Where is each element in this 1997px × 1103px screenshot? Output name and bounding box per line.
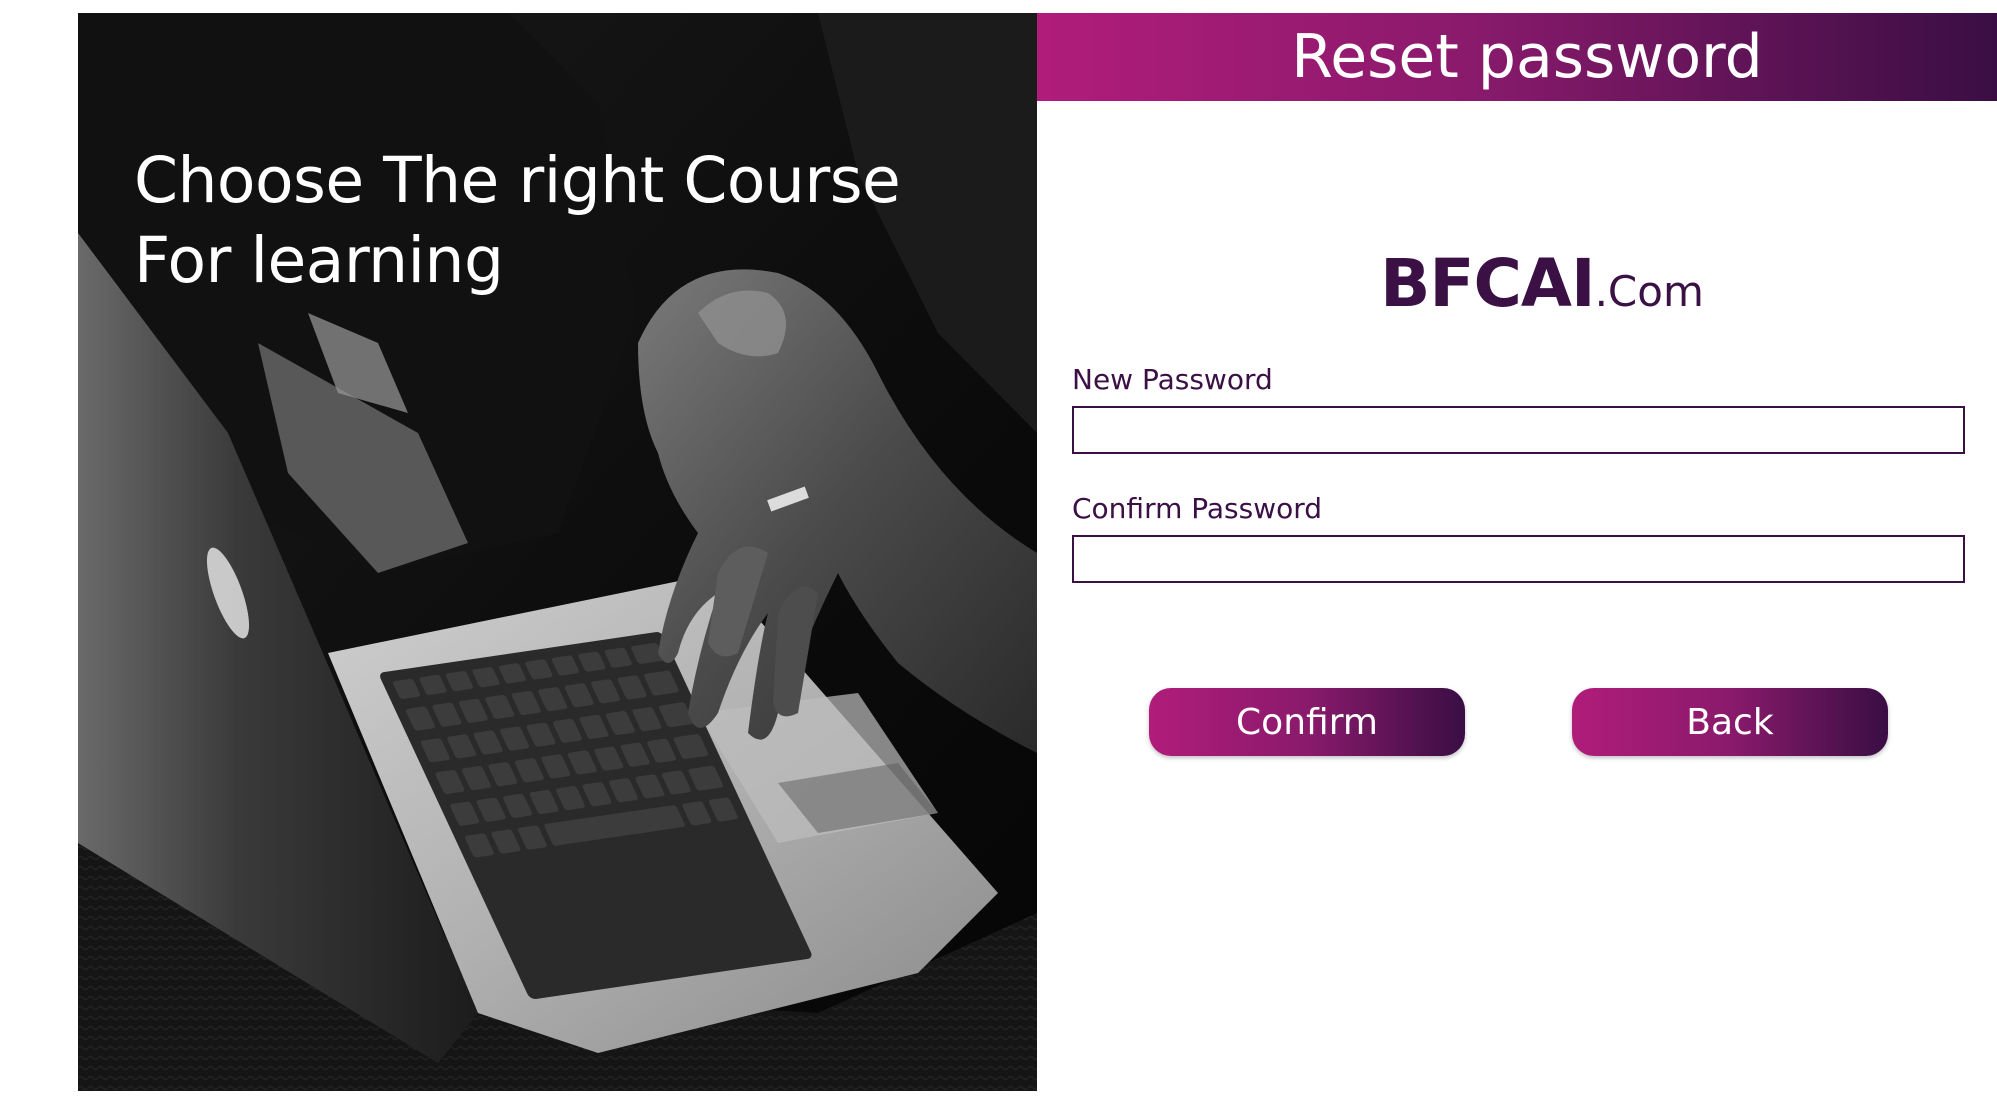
back-button[interactable]: Back	[1572, 688, 1888, 756]
hero-heading-line-1: Choose The right Course	[134, 144, 901, 217]
header-bar: Reset password	[1037, 13, 1997, 101]
reset-password-page: Choose The right Course For learning Res…	[0, 0, 1997, 1103]
new-password-field[interactable]	[1072, 406, 1965, 454]
hero-heading-line-2: For learning	[134, 224, 504, 297]
confirm-password-label: Confirm Password	[1072, 492, 1323, 525]
reset-password-form-panel: Reset password BFCAI.Com New Password Co…	[1037, 13, 1997, 1091]
brand-name: BFCAI	[1380, 245, 1595, 322]
page-title: Reset password	[1291, 22, 1763, 92]
hero-panel: Choose The right Course For learning	[78, 13, 1037, 1091]
hero-heading: Choose The right Course For learning	[134, 141, 901, 301]
brand-logo: BFCAI.Com	[1037, 245, 1997, 322]
confirm-password-field[interactable]	[1072, 535, 1965, 583]
brand-suffix: .Com	[1594, 267, 1704, 316]
confirm-button[interactable]: Confirm	[1149, 688, 1465, 756]
new-password-label: New Password	[1072, 363, 1273, 396]
